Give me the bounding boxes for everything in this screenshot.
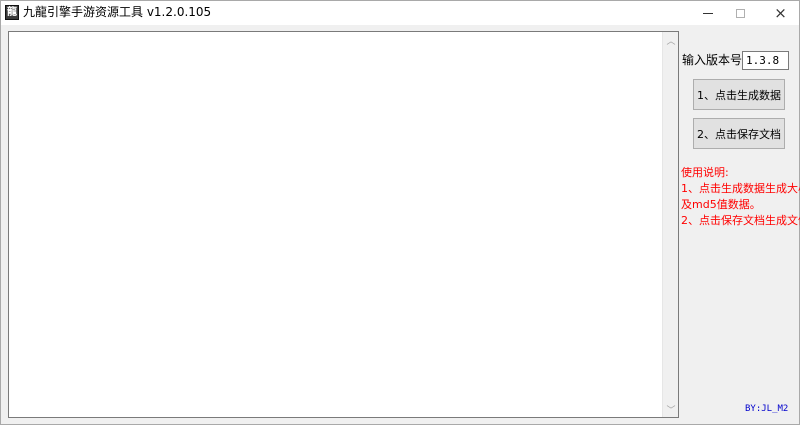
scroll-down-icon[interactable]: ﹀ <box>663 401 679 417</box>
instructions-line: 1、点击生成数据生成大小 <box>681 182 800 195</box>
instructions-title: 使用说明: <box>681 166 729 179</box>
output-textarea[interactable] <box>8 31 679 418</box>
close-icon: × <box>774 3 787 22</box>
output-scrollbar[interactable]: ︿ ﹀ <box>662 32 678 417</box>
minimize-button[interactable] <box>691 1 724 25</box>
minimize-icon <box>702 12 713 14</box>
save-document-button[interactable]: 2、点击保存文档 <box>693 118 785 149</box>
app-logo-icon: 龍 <box>5 5 19 20</box>
title-bar[interactable]: 龍 九龍引擎手游资源工具 v1.2.0.105 × <box>1 1 799 25</box>
app-window: 龍 九龍引擎手游资源工具 v1.2.0.105 × ︿ ﹀ 输入版本号: 1.3… <box>0 0 800 425</box>
instructions-panel: 使用说明: 1、点击生成数据生成大小 及md5值数据。 2、点击保存文档生成文件 <box>681 165 800 229</box>
close-button[interactable]: × <box>764 1 797 25</box>
author-credit: BY:JL_M2 <box>745 404 789 414</box>
version-input[interactable]: 1.3.8 <box>742 51 789 70</box>
instructions-line: 2、点击保存文档生成文件 <box>681 214 800 227</box>
maximize-button[interactable] <box>724 1 757 25</box>
generate-data-button[interactable]: 1、点击生成数据 <box>693 79 785 110</box>
maximize-icon <box>736 8 745 18</box>
scroll-up-icon[interactable]: ︿ <box>663 32 679 48</box>
window-title: 九龍引擎手游资源工具 v1.2.0.105 <box>23 5 212 19</box>
version-label: 输入版本号: <box>682 53 747 67</box>
instructions-line: 及md5值数据。 <box>681 198 761 211</box>
